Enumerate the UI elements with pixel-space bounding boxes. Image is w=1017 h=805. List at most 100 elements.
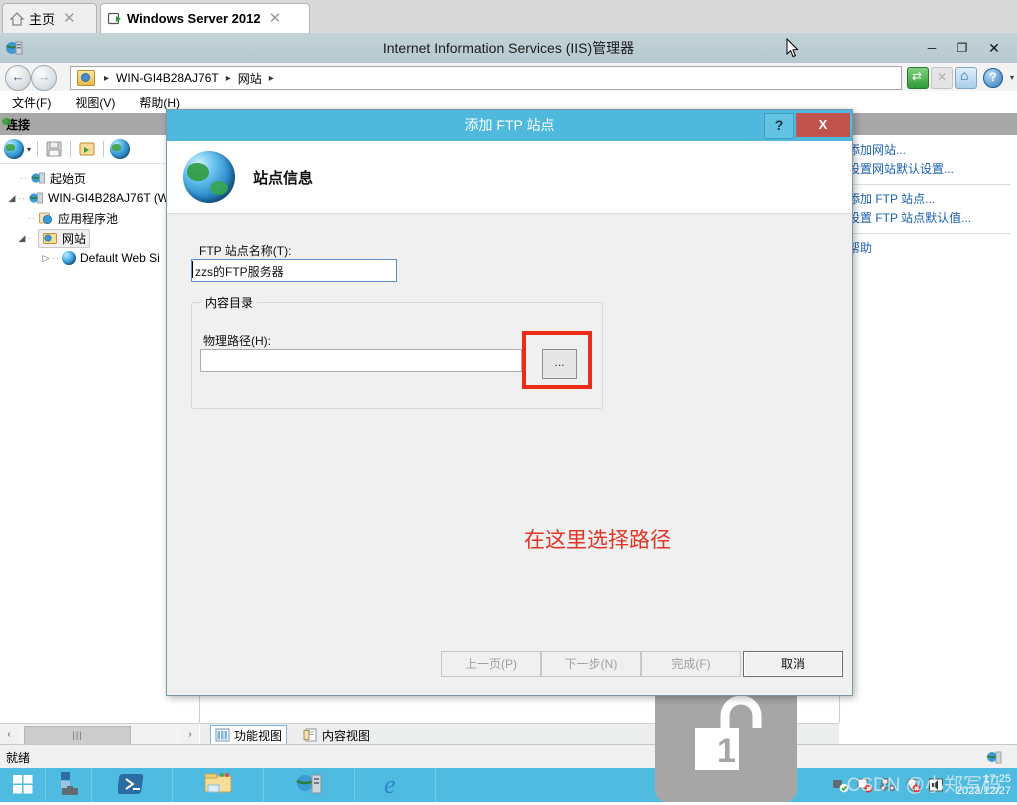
expand-arrow-icon[interactable]: ▷ [40, 253, 52, 264]
breadcrumb-sites[interactable]: 网站 [236, 70, 264, 87]
view-tab-label: 功能视图 [234, 728, 283, 743]
chevron-down-icon[interactable]: ▾ [27, 145, 31, 154]
dialog-heading: 站点信息 [253, 169, 314, 187]
home-icon[interactable] [955, 67, 977, 89]
minimize-button[interactable]: ─ [919, 38, 945, 58]
dialog-header: 站点信息 [167, 141, 852, 214]
browse-button[interactable]: ... [542, 349, 577, 379]
help-icon[interactable]: ? [983, 68, 1003, 88]
expand-arrow-icon[interactable]: ◢ [16, 233, 28, 244]
next-button[interactable]: 下一步(N) [541, 651, 641, 677]
breadcrumb-server[interactable]: WIN-GI4B28AJ76T [114, 71, 221, 85]
finish-button[interactable]: 完成(F) [641, 651, 741, 677]
dialog-close-button[interactable]: X [796, 113, 850, 137]
window-title-bar: Internet Information Services (IIS)管理器 ─… [0, 33, 1017, 64]
divider [848, 184, 1011, 185]
sites-folder-icon [42, 230, 58, 246]
start-button[interactable] [0, 768, 46, 802]
ftp-site-name-label: FTP 站点名称(T): [199, 244, 292, 258]
internet-explorer-icon: e [380, 770, 410, 801]
internet-explorer[interactable]: e [355, 768, 436, 802]
close-button[interactable]: ✕ [981, 38, 1007, 58]
tree-guide: · [28, 233, 32, 243]
action-add-ftp-site[interactable]: 添加 FTP 站点... [848, 190, 1017, 209]
connect-to-globe-icon[interactable] [4, 139, 24, 159]
volume-icon[interactable] [928, 777, 945, 793]
start-page-icon [30, 170, 46, 186]
back-button[interactable]: ← [5, 65, 31, 91]
menu-file[interactable]: 文件(F) [0, 92, 63, 113]
actions-list: 添加网站... 设置网站默认设置... 添加 FTP 站点... 设置 FTP … [840, 135, 1017, 258]
dialog-help-button[interactable]: ? [764, 113, 794, 139]
window-title: Internet Information Services (IIS)管理器 [382, 40, 635, 56]
scroll-left-button[interactable]: ‹ [0, 725, 18, 745]
website-globe-icon [62, 251, 76, 265]
disconnect-icon[interactable] [110, 139, 131, 159]
browser-tab-windows-server-2012[interactable]: Windows Server 2012 ✕ [100, 3, 310, 33]
action-center-icon[interactable] [904, 777, 921, 793]
content-directory-label: 内容目录 [201, 294, 258, 311]
app-pools-icon[interactable] [77, 139, 97, 159]
actions-pane-footer [840, 723, 1017, 745]
file-explorer[interactable] [173, 768, 264, 802]
ftp-site-name-input[interactable]: zzs的FTP服务器 [191, 259, 397, 282]
close-icon[interactable]: ✕ [63, 11, 76, 26]
horizontal-scrollbar[interactable]: ‹ ||| › [0, 723, 199, 746]
mouse-cursor [786, 37, 799, 58]
close-icon[interactable]: ✕ [269, 11, 282, 26]
powershell[interactable] [92, 768, 173, 802]
network-ok-icon[interactable] [832, 777, 849, 793]
globe-icon [183, 151, 235, 203]
status-text: 就绪 [6, 751, 31, 765]
scrollbar-thumb[interactable]: ||| [24, 726, 131, 746]
scrollbar-track[interactable]: ||| [18, 725, 181, 746]
server-manager[interactable] [46, 768, 92, 802]
previous-button[interactable]: 上一页(P) [441, 651, 541, 677]
toolbar-divider [37, 141, 39, 157]
tree-guide: ·· [20, 173, 28, 183]
iis-manager[interactable] [264, 768, 355, 802]
forward-button[interactable]: → [31, 65, 57, 91]
browser-tab-strip: 主页 ✕ Windows Server 2012 ✕ [0, 0, 1017, 33]
svg-text:e: e [384, 770, 396, 798]
cancel-button[interactable]: 取消 [743, 651, 843, 677]
file-explorer-icon [203, 771, 233, 800]
browse-highlight-box: ... [522, 331, 592, 389]
sites-folder-icon [77, 70, 95, 86]
refresh-icon[interactable] [907, 67, 929, 89]
tree-guide: ·· [18, 193, 26, 203]
tree-item-sites-selected[interactable]: 网站 [38, 228, 91, 248]
server-icon [28, 190, 44, 206]
chevron-down-icon[interactable]: ▾ [1010, 73, 1014, 82]
browser-tab-home[interactable]: 主页 ✕ [2, 3, 97, 33]
save-icon[interactable] [44, 139, 64, 159]
actions-header [840, 113, 1017, 135]
flag-alert-icon[interactable] [856, 777, 873, 793]
actions-pane: 添加网站... 设置网站默认设置... 添加 FTP 站点... 设置 FTP … [839, 113, 1017, 723]
tree-item-label: 应用程序池 [58, 211, 119, 226]
action-help[interactable]: 帮助 [848, 239, 1017, 258]
breadcrumb-separator: ▸ [104, 72, 110, 84]
home-icon [9, 11, 25, 27]
physical-path-input[interactable] [200, 349, 522, 372]
action-set-website-defaults[interactable]: 设置网站默认设置... [848, 160, 1017, 179]
network-icon[interactable] [880, 777, 897, 793]
scroll-right-button[interactable]: › [181, 725, 199, 745]
tree-item-label: 网站 [62, 231, 87, 246]
breadcrumb[interactable]: ▸ WIN-GI4B28AJ76T ▸ 网站 ▸ [70, 66, 902, 90]
breadcrumb-separator: ▸ [225, 72, 231, 84]
taskbar-clock[interactable]: 17:25 2023/12/27 [952, 773, 1011, 797]
expand-arrow-icon[interactable]: ◢ [6, 193, 18, 204]
breadcrumb-separator: ▸ [268, 72, 274, 84]
action-set-ftp-site-defaults[interactable]: 设置 FTP 站点默认值... [848, 209, 1017, 228]
maximize-button[interactable]: ❐ [949, 38, 975, 58]
taskbar: e 17:25 2023/12/27 [0, 768, 1017, 802]
menu-view[interactable]: 视图(V) [63, 92, 127, 113]
status-bar: 就绪 [0, 744, 1017, 768]
toolbar-divider [70, 141, 72, 157]
tab-features-view[interactable]: 功能视图 [210, 724, 288, 746]
action-add-website[interactable]: 添加网站... [848, 141, 1017, 160]
content-view-icon [303, 728, 318, 742]
vm-screen-icon [107, 11, 123, 27]
tab-content-view[interactable]: 内容视图 [299, 726, 374, 745]
